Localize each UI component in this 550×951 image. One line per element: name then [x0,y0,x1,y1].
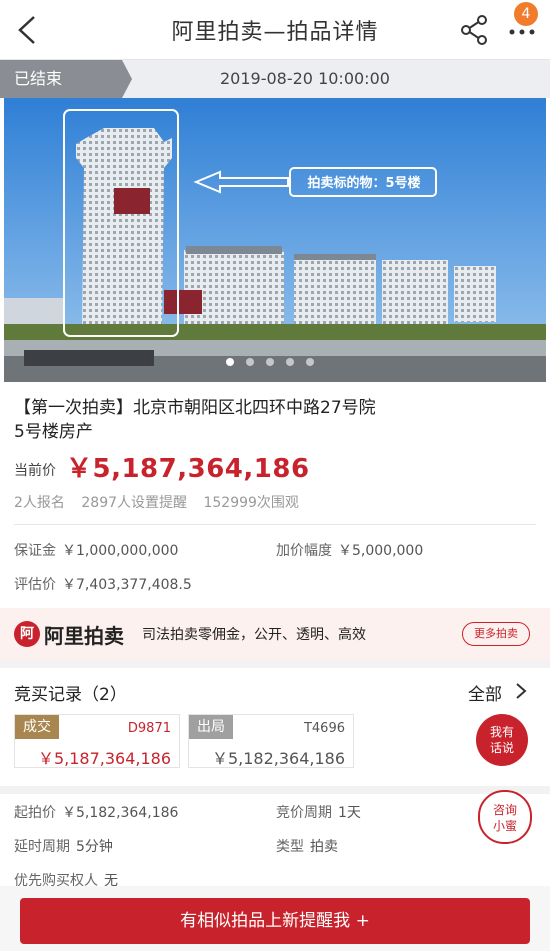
delay-row: 延时周期 5分钟 [14,836,113,856]
end-time: 2019-08-20 10:00:00 [220,69,390,88]
photo-annotation: 拍卖标的物：5号楼 [307,176,421,191]
logo-text: 阿里拍卖 [44,623,124,648]
comment-label-1: 我有 [489,725,514,739]
deposit-row: 保证金 ￥1,000,000,000 [14,540,178,560]
lot-title-line1: 【第一次拍卖】北京市朝阳区北四环中路27号院 [14,398,376,418]
current-price-label: 当前价 [14,463,56,479]
ali-auction-logo: 阿 阿里拍卖 [14,620,124,648]
status-badge: 已结束 [0,60,132,98]
start-price-value: ￥5,182,364,186 [62,805,179,821]
type-row: 类型 拍卖 [276,836,338,856]
consult-label-1: 咨询 [492,803,517,817]
appraisal-label: 评估价 [14,577,56,593]
bid-records-title: 竞买记录（2） [14,685,127,705]
bid-cycle-label: 竞价周期 [276,805,332,821]
bid-record-card: 出局 T4696 ￥5,182,364,186 [188,714,354,768]
increment-row: 加价幅度 ￥5,000,000 [276,540,423,560]
bid-status-tag: 出局 [189,715,233,739]
chevron-right-icon[interactable] [514,682,528,700]
consult-label-2: 小蜜 [492,819,517,833]
section-gap [0,660,550,668]
bid-amount: ￥5,182,364,186 [211,749,345,768]
building-image [4,98,546,382]
appraisal-value: ￥7,403,377,408.5 [62,577,192,593]
current-price: ￥5,187,364,186 [66,454,310,484]
notification-badge: 4 [514,2,538,26]
logo-mark-icon: 阿 [14,621,40,647]
auction-status-bar: 已结束 2019-08-20 10:00:00 [0,60,550,98]
view-count: 152999次围观 [203,495,299,511]
share-icon[interactable] [458,14,490,46]
bidder-id: D9871 [127,721,171,736]
delay-label: 延时周期 [14,839,70,855]
bid-cycle-value: 1天 [338,805,361,821]
lot-title: 【第一次拍卖】北京市朝阳区北四环中路27号院 5号楼房产 [14,396,534,444]
divider [14,524,536,525]
increment-value: ￥5,000,000 [338,543,424,559]
deposit-label: 保证金 [14,543,56,559]
bidder-id: T4696 [303,721,345,736]
bid-amount: ￥5,187,364,186 [37,749,171,768]
lot-title-line2: 5号楼房产 [14,422,93,442]
lot-photo[interactable]: 拍卖标的物：5号楼 [4,98,546,382]
section-gap [0,786,550,794]
start-price-row: 起拍价 ￥5,182,364,186 [14,802,178,822]
banner-slogan: 司法拍卖零佣金，公开、透明、高效 [142,627,366,643]
ali-auction-banner: 阿 阿里拍卖 司法拍卖零佣金，公开、透明、高效 更多拍卖 [0,608,550,660]
view-all-bids-link[interactable]: 全部 [468,680,502,705]
more-auctions-button[interactable]: 更多拍卖 [462,622,530,646]
increment-label: 加价幅度 [276,543,332,559]
lot-stats: 2人报名 2897人设置提醒 152999次围观 [14,492,311,512]
comment-button[interactable]: 我有 话说 [476,714,528,766]
bid-status-tag: 成交 [15,715,59,739]
start-price-label: 起拍价 [14,805,56,821]
appraisal-row: 评估价 ￥7,403,377,408.5 [14,574,192,594]
delay-value: 5分钟 [76,839,113,855]
comment-label-2: 话说 [489,741,514,755]
type-label: 类型 [276,839,304,855]
registered-count: 2人报名 [14,495,65,511]
top-nav-bar: 阿里拍卖—拍品详情 4 [0,0,550,60]
bid-record-card: 成交 D9871 ￥5,187,364,186 [14,714,180,768]
deposit-value: ￥1,000,000,000 [62,543,179,559]
remind-similar-button[interactable]: 有相似拍品上新提醒我 + [20,898,530,944]
type-value: 拍卖 [310,839,338,855]
bid-cycle-row: 竞价周期 1天 [276,802,361,822]
reminder-count: 2897人设置提醒 [81,495,188,511]
consult-assistant-button[interactable]: 咨询 小蜜 [478,790,532,844]
